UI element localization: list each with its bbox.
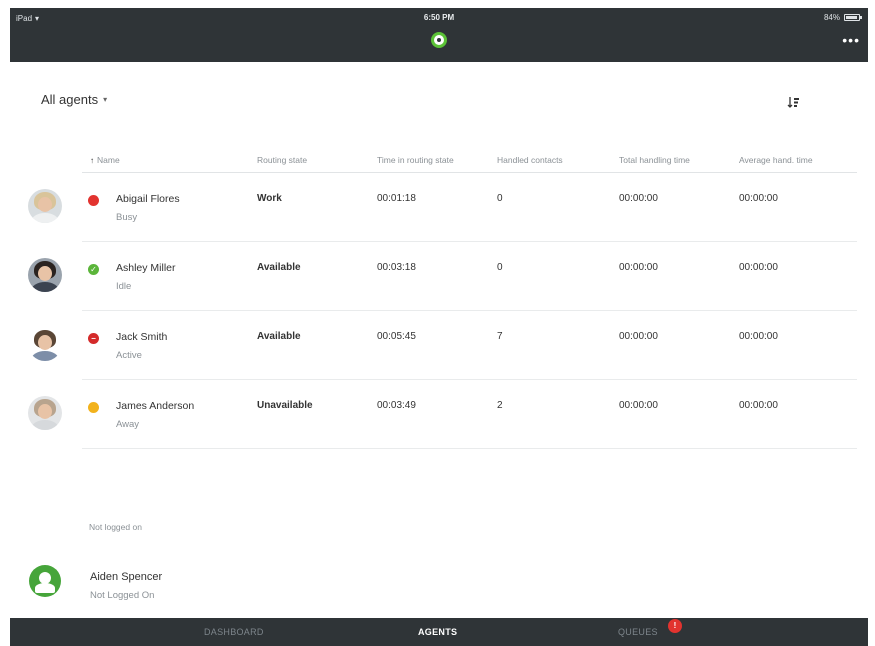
tab-queues[interactable]: QUEUES xyxy=(618,627,658,637)
agent-name: Jack Smith xyxy=(116,331,168,343)
tab-dashboard[interactable]: DASHBOARD xyxy=(204,627,264,637)
total-handling-time-cell: 00:00:00 xyxy=(619,262,658,273)
more-icon[interactable]: ••• xyxy=(842,33,860,47)
handled-contacts-cell: 7 xyxy=(497,331,503,342)
chevron-down-icon: ▾ xyxy=(103,95,108,104)
handled-contacts-cell: 0 xyxy=(497,262,503,273)
time-in-state-cell: 00:03:49 xyxy=(377,400,416,411)
time-in-state-cell: 00:03:18 xyxy=(377,262,416,273)
status-icon: − xyxy=(88,333,99,344)
total-handling-time-cell: 00:00:00 xyxy=(619,331,658,342)
app-window: iPad ▾ 6:50 PM 84% ••• All agents ▾ ↑ Name… xyxy=(10,8,868,646)
top-bar: iPad ▾ 6:50 PM 84% ••• xyxy=(10,8,868,62)
average-handling-time-cell: 00:00:00 xyxy=(739,262,778,273)
avatar xyxy=(28,258,62,292)
routing-state-cell: Available xyxy=(257,262,301,273)
avatar xyxy=(28,396,62,430)
row-divider xyxy=(82,448,857,449)
handled-contacts-cell: 2 xyxy=(497,400,503,411)
column-header-total-handling-time[interactable]: Total handling time xyxy=(619,155,690,165)
status-battery: 84% xyxy=(823,13,862,22)
presence-status: Away xyxy=(116,419,140,430)
agent-name: Abigail Flores xyxy=(116,193,180,205)
status-time: 6:50 PM xyxy=(423,13,455,22)
time-in-state-cell: 00:05:45 xyxy=(377,331,416,342)
routing-state-cell: Unavailable xyxy=(257,400,313,411)
agent-name: Ashley Miller xyxy=(116,262,176,274)
table-row[interactable]: Abigail Flores Busy Work 00:01:18 0 00:00:00 0… xyxy=(10,173,868,242)
avatar xyxy=(28,327,62,361)
column-header-average-handling-time[interactable]: Average hand. time xyxy=(739,155,813,165)
table-row[interactable]: James Anderson Away Unavailable 00:03:49 2 00… xyxy=(10,380,868,449)
total-handling-time-cell: 00:00:00 xyxy=(619,193,658,204)
presence-status: Busy xyxy=(116,212,138,223)
battery-icon xyxy=(844,14,862,21)
status-icon xyxy=(88,402,99,413)
notification-badge: ! xyxy=(668,619,682,633)
sort-icon[interactable] xyxy=(786,94,802,110)
status-icon xyxy=(88,195,99,206)
average-handling-time-cell: 00:00:00 xyxy=(739,331,778,342)
avatar xyxy=(28,189,62,223)
time-in-state-cell: 00:01:18 xyxy=(377,193,416,204)
presence-status: Active xyxy=(116,350,142,361)
average-handling-time-cell: 00:00:00 xyxy=(739,400,778,411)
avatar xyxy=(29,565,61,597)
routing-state-cell: Work xyxy=(257,193,282,204)
app-logo-icon xyxy=(431,32,447,48)
status-icon: ✓ xyxy=(88,264,99,275)
not-logged-on-label: Not logged on xyxy=(89,522,142,532)
column-header-routing-state[interactable]: Routing state xyxy=(257,155,307,165)
tab-agents[interactable]: AGENTS xyxy=(418,627,457,637)
column-header-name[interactable]: ↑ Name xyxy=(90,155,120,165)
column-header-time-in-state[interactable]: Time in routing state xyxy=(377,155,454,165)
agent-status: Not Logged On xyxy=(90,590,155,601)
agent-name[interactable]: Aiden Spencer xyxy=(90,571,162,583)
agent-name: James Anderson xyxy=(116,400,195,412)
average-handling-time-cell: 00:00:00 xyxy=(739,193,778,204)
agent-filter-dropdown[interactable]: All agents ▾ xyxy=(41,92,107,107)
table-row[interactable]: ✓ Ashley Miller Idle Available 00:03:18 0 00:0… xyxy=(10,242,868,311)
total-handling-time-cell: 00:00:00 xyxy=(619,400,658,411)
sort-arrow-icon: ↑ xyxy=(90,156,94,165)
battery-percent: 84% xyxy=(823,13,840,22)
column-header-handled-contacts[interactable]: Handled contacts xyxy=(497,155,563,165)
table-header: ↑ Name Routing state Time in routing stat… xyxy=(10,148,868,172)
presence-status: Idle xyxy=(116,281,132,292)
table-row[interactable]: − Jack Smith Active Available 00:05:45 7 00:00… xyxy=(10,311,868,380)
bottom-tab-bar: DASHBOARD AGENTS QUEUES ! xyxy=(10,618,868,646)
routing-state-cell: Available xyxy=(257,331,301,342)
handled-contacts-cell: 0 xyxy=(497,193,503,204)
filter-label: All agents xyxy=(41,92,99,107)
